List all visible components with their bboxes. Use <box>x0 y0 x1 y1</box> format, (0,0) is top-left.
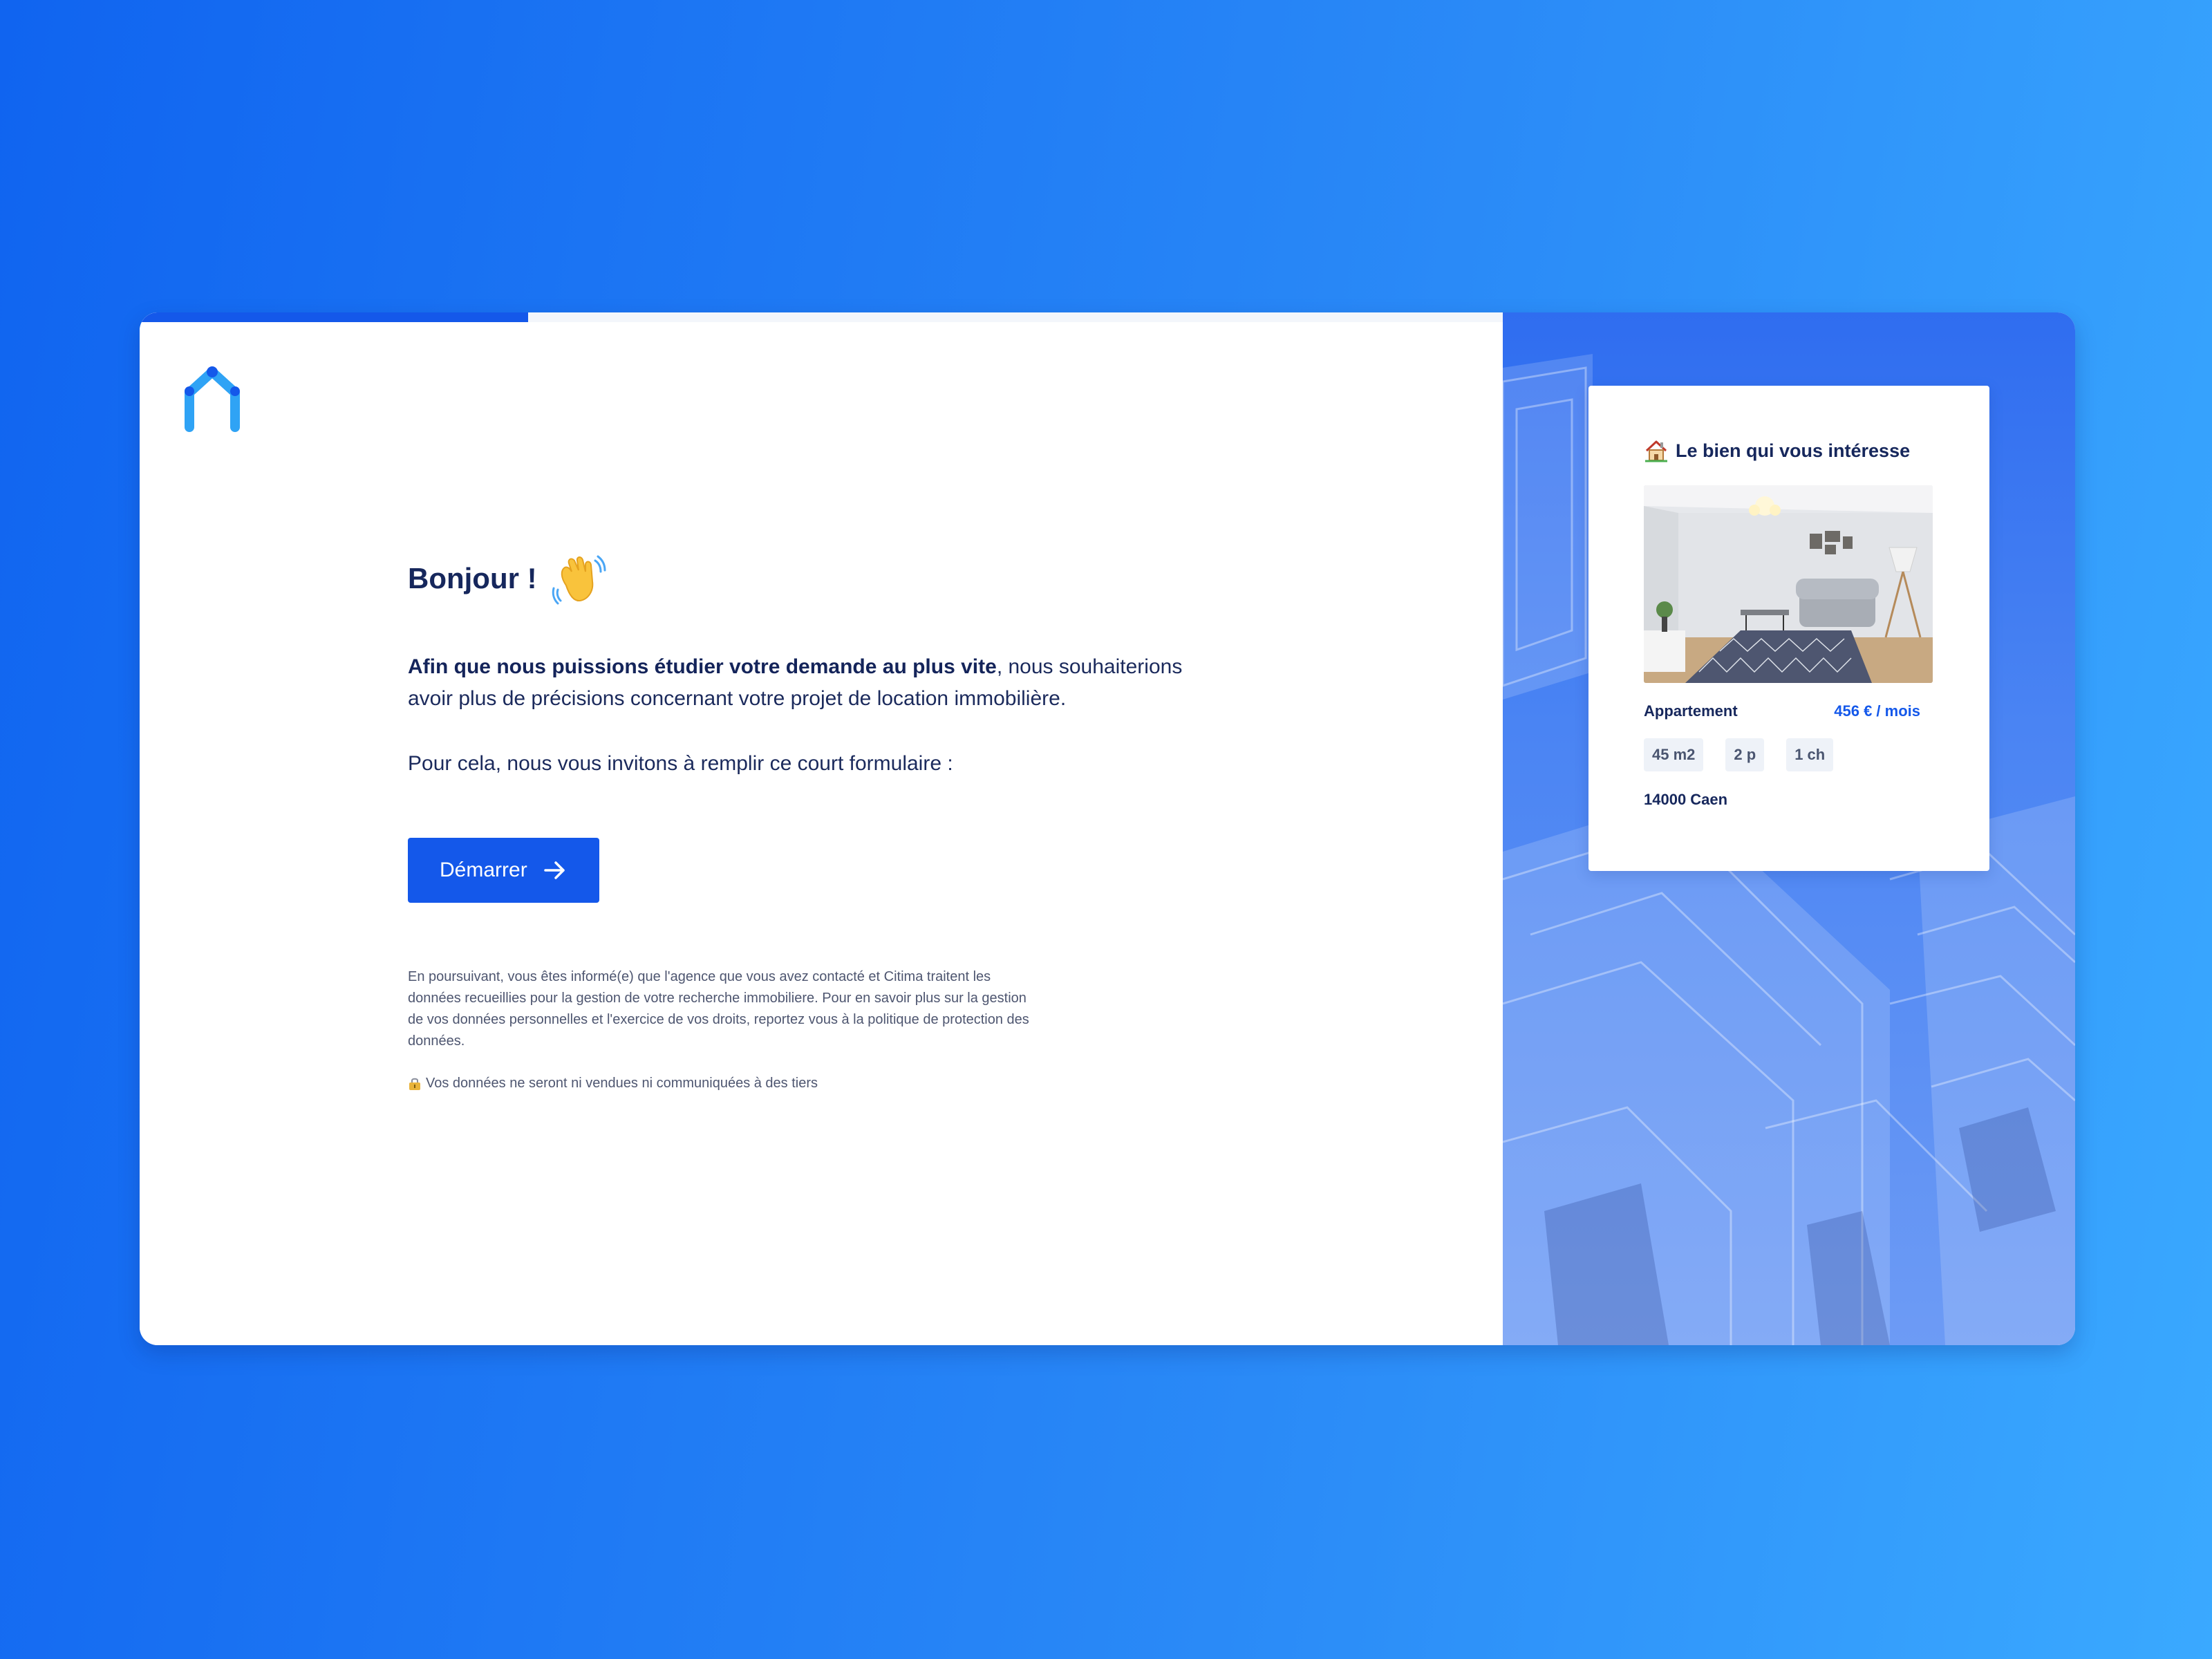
feature-chip-rooms: 2 p <box>1725 738 1765 771</box>
legal-notice: En poursuivant, vous êtes informé(e) que… <box>408 969 1029 1049</box>
house-arch-logo-icon <box>185 366 240 432</box>
onboarding-card: Bonjour ! Afin que nous puissions étudie… <box>140 312 2075 1345</box>
privacy-note: Vos données ne seront ni vendues ni comm… <box>408 1073 1306 1094</box>
start-button-label: Démarrer <box>440 859 527 881</box>
greeting-text: Bonjour ! <box>408 562 537 594</box>
lock-icon <box>409 1078 420 1090</box>
house-icon <box>1645 440 1667 462</box>
progress-bar <box>140 312 1503 322</box>
welcome-pane: Bonjour ! Afin que nous puissions étudie… <box>140 312 1503 1345</box>
intro-paragraph: Afin que nous puissions étudier votre de… <box>408 651 1224 715</box>
feature-chip-bedrooms: 1 ch <box>1786 738 1834 771</box>
property-pane: Le bien qui vous intéresse Appartement 4… <box>1503 312 2075 1345</box>
privacy-note-text: Vos données ne seront ni vendues ni comm… <box>426 1076 818 1091</box>
property-heading: Le bien qui vous intéresse <box>1644 437 1934 465</box>
intro-bold-text: Afin que nous puissions étudier votre de… <box>408 655 997 678</box>
welcome-content: Bonjour ! Afin que nous puissions étudie… <box>408 547 1306 1094</box>
progress-fill <box>140 312 529 322</box>
property-summary-row: Appartement 456 € / mois <box>1644 702 1920 720</box>
arrow-right-icon <box>543 861 565 879</box>
waving-hand-icon <box>552 555 606 605</box>
invite-text: Pour cela, nous vous invitons à remplir … <box>408 752 953 775</box>
property-features: 45 m2 2 p 1 ch <box>1644 738 1934 771</box>
living-room-photo <box>1644 485 1933 683</box>
property-card[interactable]: Le bien qui vous intéresse Appartement 4… <box>1588 386 1989 871</box>
property-price: 456 € / mois <box>1834 702 1920 720</box>
greeting-heading: Bonjour ! <box>408 547 1306 610</box>
property-heading-text: Le bien qui vous intéresse <box>1676 440 1911 461</box>
feature-chip-surface: 45 m2 <box>1644 738 1704 771</box>
property-type: Appartement <box>1644 702 1738 720</box>
start-button[interactable]: Démarrer <box>408 838 599 903</box>
property-city: 14000 Caen <box>1644 791 1728 808</box>
